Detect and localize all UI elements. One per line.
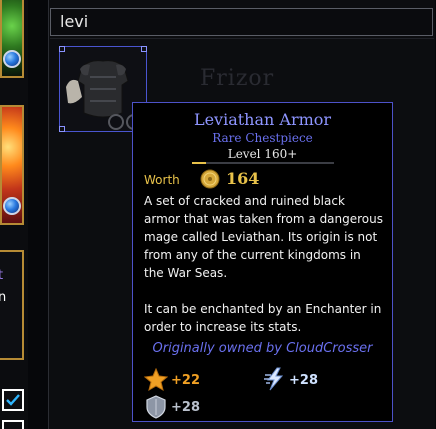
item-type: Rare Chestpiece	[212, 131, 313, 145]
faded-background-label: Frizor	[200, 66, 275, 91]
left-card-green[interactable]	[0, 0, 24, 78]
blue-orb-icon	[3, 50, 21, 68]
gem-socket-icon	[108, 114, 124, 130]
slot-corner	[59, 46, 65, 52]
worth-label: Worth	[144, 173, 180, 187]
stat-defense: +28	[171, 400, 200, 415]
slot-corner	[141, 46, 147, 52]
stat-agility: +28	[289, 373, 318, 388]
stat-power: +22	[171, 373, 200, 388]
game-screen: t n levi Frizor Leviathan Armor Rare Che…	[0, 0, 436, 429]
gold-coin-icon	[200, 169, 220, 189]
level-progress-fill	[192, 162, 207, 164]
left-panel-purple-text: t	[0, 268, 4, 283]
left-sidebar: t n	[0, 0, 28, 429]
divider	[50, 38, 434, 39]
blue-orb-icon	[3, 197, 21, 215]
slot-corner	[59, 126, 65, 132]
item-tooltip: Leviathan Armor Rare Chestpiece Level 16…	[132, 102, 393, 422]
search-input[interactable]: levi	[50, 8, 433, 36]
level-progress-bar	[192, 162, 334, 164]
description-paragraph: It can be enchanted by an Enchanter in o…	[144, 302, 382, 334]
item-name: Leviathan Armor	[193, 110, 332, 129]
lightning-icon	[264, 367, 284, 391]
original-owner: Originally owned by CloudCrosser	[152, 341, 373, 356]
description-paragraph: A set of cracked and ruined black armor …	[144, 194, 384, 280]
checkbox[interactable]	[2, 420, 24, 429]
left-panel-white-text: n	[0, 290, 7, 305]
star-burst-icon	[144, 368, 168, 392]
search-query: levi	[60, 12, 89, 31]
item-level: Level 160+	[227, 147, 298, 161]
left-card-orange[interactable]	[0, 105, 24, 225]
shield-icon	[146, 395, 166, 419]
worth-value: 164	[226, 169, 260, 188]
left-text-panel	[0, 250, 24, 360]
item-description: A set of cracked and ruined black armor …	[144, 192, 384, 336]
checkbox[interactable]	[2, 389, 24, 411]
checkmark-icon	[6, 394, 20, 406]
